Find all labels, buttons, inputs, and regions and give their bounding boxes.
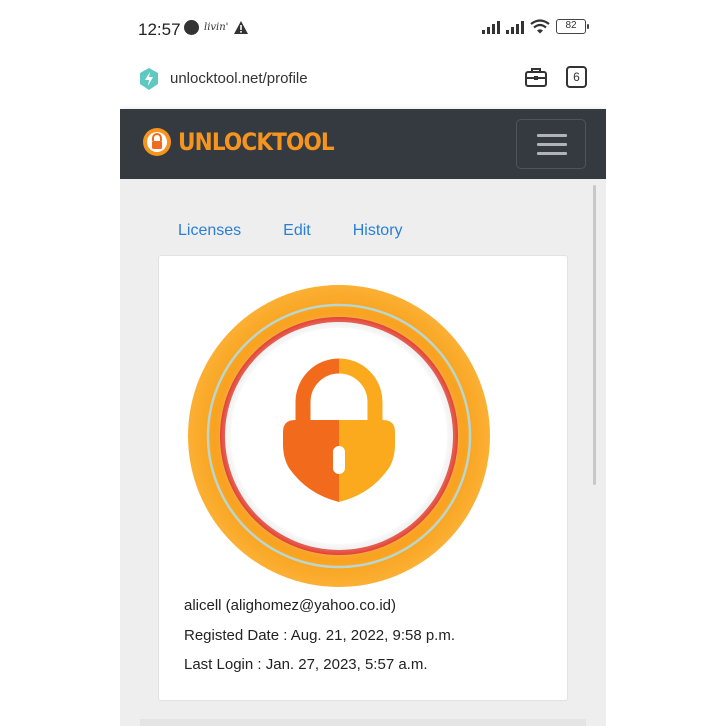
url-text[interactable]: unlocktool.net/profile bbox=[170, 70, 308, 87]
notification-icons: livin' bbox=[184, 20, 249, 35]
hamburger-icon bbox=[537, 152, 567, 155]
site-header: UNLOCKTOOL bbox=[120, 109, 606, 179]
menu-button[interactable] bbox=[516, 119, 586, 169]
page-content: Licenses Edit History alicell (alighomez… bbox=[120, 179, 606, 726]
status-bar: 12:57 livin' 82 bbox=[120, 0, 606, 56]
tab-licenses[interactable]: Licenses bbox=[178, 222, 241, 240]
profile-card: alicell (alighomez@yahoo.co.id) Registed… bbox=[158, 255, 568, 701]
browser-window: 12:57 livin' 82 unlocktool.net/profile 6… bbox=[120, 0, 606, 726]
profile-info: alicell (alighomez@yahoo.co.id) Registed… bbox=[184, 591, 455, 680]
logo-icon bbox=[143, 128, 171, 156]
scrollbar[interactable] bbox=[593, 185, 596, 485]
registered-date: Registed Date : Aug. 21, 2022, 9:58 p.m. bbox=[184, 626, 456, 644]
address-bar[interactable]: unlocktool.net/profile 6 bbox=[120, 56, 606, 109]
status-time: 12:57 bbox=[138, 20, 181, 39]
battery-icon: 82 bbox=[556, 19, 589, 34]
livin-notification-icon: livin' bbox=[204, 22, 229, 33]
shield-icon[interactable] bbox=[138, 67, 160, 91]
signal-icon bbox=[506, 20, 524, 34]
system-icons: 82 bbox=[482, 19, 589, 34]
tab-switcher-button[interactable]: 6 bbox=[566, 66, 587, 88]
signal-icon bbox=[482, 20, 500, 34]
logo[interactable]: UNLOCKTOOL bbox=[142, 127, 351, 157]
profile-tabs: Licenses Edit History bbox=[178, 222, 403, 240]
briefcase-icon[interactable] bbox=[524, 66, 548, 88]
wifi-icon bbox=[530, 19, 550, 34]
hamburger-icon bbox=[537, 134, 567, 137]
logo-text: UNLOCKTOOL bbox=[178, 128, 335, 156]
padlock-avatar-icon bbox=[188, 285, 490, 587]
hamburger-icon bbox=[537, 143, 567, 146]
user-line: alicell (alighomez@yahoo.co.id) bbox=[184, 597, 396, 614]
last-login: Last Login : Jan. 27, 2023, 5:57 a.m. bbox=[184, 656, 428, 673]
tab-history[interactable]: History bbox=[353, 222, 403, 240]
app-notification-icon bbox=[184, 20, 199, 35]
tab-edit[interactable]: Edit bbox=[283, 222, 311, 240]
next-card-edge bbox=[140, 719, 586, 726]
warning-icon bbox=[234, 21, 249, 34]
